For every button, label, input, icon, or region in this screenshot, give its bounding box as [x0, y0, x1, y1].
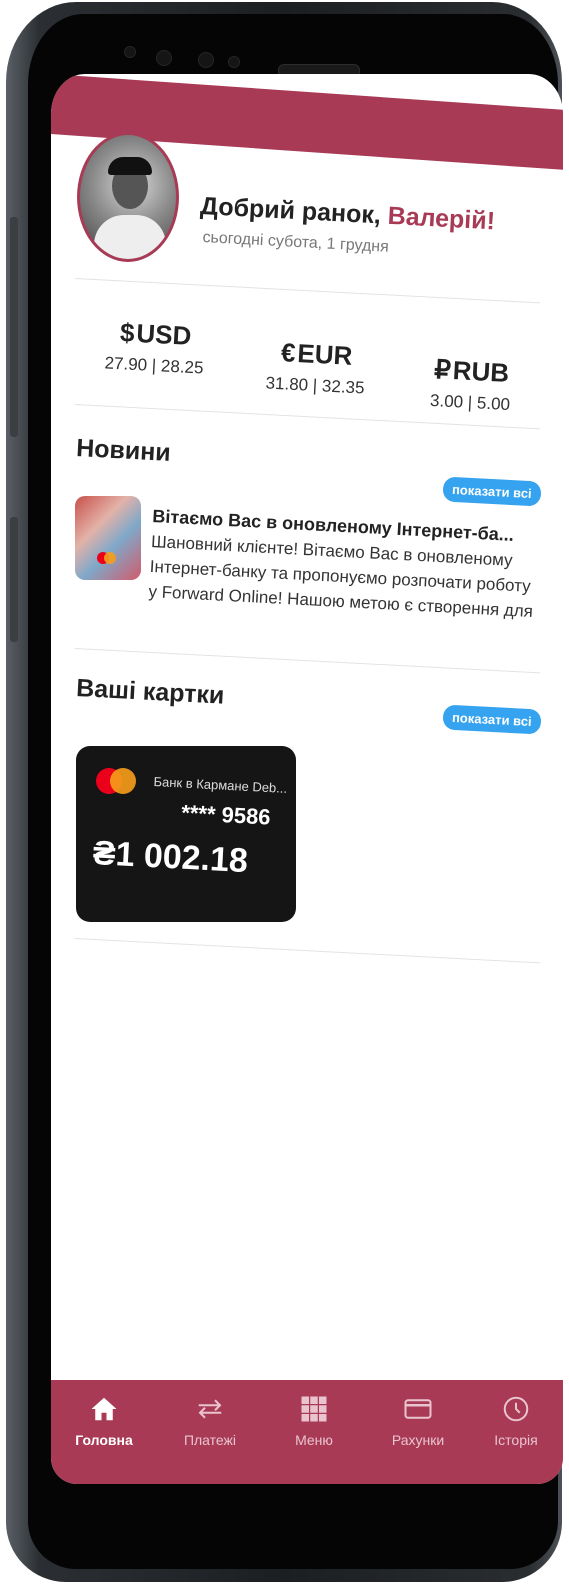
home-icon: [91, 1397, 117, 1421]
mastercard-icon: [96, 768, 136, 794]
bank-card[interactable]: Банк в Кармане Deb... **** 9586 ₴1 002.1…: [76, 746, 296, 922]
cards-section-title: Ваші картки: [75, 674, 225, 710]
power-button: [10, 517, 18, 642]
tab-accounts[interactable]: Рахунки: [373, 1394, 463, 1448]
cards-show-all-button[interactable]: показати всі: [442, 704, 542, 735]
tab-menu[interactable]: Меню: [269, 1394, 359, 1448]
currency-rub: ₽RUB 3.00 | 5.00: [400, 352, 543, 416]
divider: [74, 938, 541, 964]
currency-rates: 27.90 | 28.25: [104, 353, 204, 378]
news-item[interactable]: Вітаємо Вас в оновленому Інтернет-ба... …: [148, 506, 543, 624]
sensor-dot: [156, 50, 172, 66]
grid-icon: [301, 1396, 327, 1422]
volume-button: [10, 217, 18, 437]
sensor-dot: [198, 52, 214, 68]
currency-eur: €EUR 31.80 | 32.35: [245, 335, 388, 399]
app-screen: Добрий ранок, Валерій! сьогодні субота, …: [51, 74, 563, 1484]
card-name: Банк в Кармане Deb...: [153, 774, 288, 796]
sensor-dot: [228, 56, 240, 68]
tab-payments[interactable]: Платежі: [165, 1394, 255, 1448]
news-show-all-button[interactable]: показати всі: [442, 476, 542, 507]
user-name: Валерій!: [387, 201, 496, 236]
arrows-icon: [198, 1399, 222, 1419]
avatar[interactable]: [77, 132, 179, 262]
card-balance: ₴1 002.18: [92, 834, 249, 881]
greeting-text: Добрий ранок, Валерій!: [199, 192, 496, 236]
divider: [74, 278, 541, 304]
card-icon: [404, 1399, 432, 1419]
tab-history[interactable]: Історія: [471, 1394, 561, 1448]
sensor-dot: [124, 46, 136, 58]
news-section-title: Новини: [75, 434, 172, 467]
currency-rates: 31.80 | 32.35: [265, 373, 365, 398]
date-text: сьогодні субота, 1 грудня: [202, 229, 390, 256]
tab-home[interactable]: Головна: [59, 1394, 149, 1448]
phone-frame: Добрий ранок, Валерій! сьогодні субота, …: [6, 2, 563, 1582]
bottom-tab-bar: Головна Платежі Меню Рахунки Історія: [51, 1380, 563, 1484]
card-number: **** 9586: [180, 800, 272, 830]
divider: [74, 648, 541, 674]
news-thumbnail[interactable]: [75, 496, 141, 580]
currency-rates: 3.00 | 5.00: [429, 390, 511, 415]
currency-usd: $USD 27.90 | 28.25: [84, 315, 227, 379]
clock-icon: [503, 1396, 529, 1422]
